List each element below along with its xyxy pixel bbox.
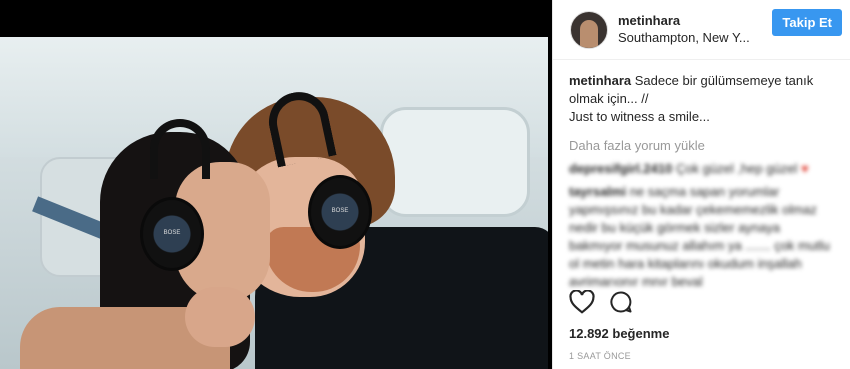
comment-item: depresifgirl.2410 Çok güzel ,hep güzel ♥ bbox=[569, 160, 834, 178]
post-header: metinhara Southampton, New Y... Takip Et bbox=[553, 0, 850, 60]
heart-emoji-icon: ♥ bbox=[801, 161, 809, 176]
comment-text: Çok güzel ,hep güzel bbox=[675, 161, 798, 176]
headset-brand: BOSE bbox=[331, 208, 349, 214]
caption-username[interactable]: metinhara bbox=[569, 73, 631, 88]
action-bar bbox=[569, 289, 633, 319]
comment-text: ne saçma sapan yorumlar yapmışsınız bu k… bbox=[569, 184, 830, 289]
comment-username[interactable]: depresifgirl.2410 bbox=[569, 161, 672, 176]
heart-icon[interactable] bbox=[569, 289, 595, 319]
man-headset-icon: BOSE bbox=[308, 175, 372, 249]
likes-count[interactable]: 12.892 beğenme bbox=[569, 326, 669, 341]
woman-headset-icon: BOSE bbox=[140, 197, 204, 271]
woman-hand bbox=[185, 287, 255, 347]
avatar-figure bbox=[580, 19, 598, 48]
location-link[interactable]: Southampton, New Y... bbox=[618, 29, 750, 46]
caption: metinhara Sadece bir gülümsemeye tanık o… bbox=[569, 72, 834, 126]
comment-item: tayrsalmi ne saçma sapan yorumlar yapmış… bbox=[569, 183, 834, 291]
comments-section: metinhara Sadece bir gülümsemeye tanık o… bbox=[553, 60, 850, 291]
comment-icon[interactable] bbox=[609, 290, 633, 319]
post-photo[interactable]: BOSE BOSE bbox=[0, 37, 548, 369]
load-more-comments-button[interactable]: Daha fazla yorum yükle bbox=[569, 137, 834, 155]
cabin-window bbox=[380, 107, 530, 217]
avatar[interactable] bbox=[570, 10, 608, 49]
caption-text-2: Just to witness a smile... bbox=[569, 109, 710, 124]
username-link[interactable]: metinhara bbox=[618, 13, 750, 29]
post-sidebar: metinhara Southampton, New Y... Takip Et… bbox=[552, 0, 850, 369]
follow-button[interactable]: Takip Et bbox=[772, 9, 842, 36]
user-block: metinhara Southampton, New Y... bbox=[618, 13, 750, 46]
post-timestamp[interactable]: 1 SAAT ÖNCE bbox=[569, 351, 631, 361]
headset-brand: BOSE bbox=[163, 230, 181, 236]
woman-headband bbox=[150, 119, 210, 179]
comment-username[interactable]: tayrsalmi bbox=[569, 184, 626, 199]
